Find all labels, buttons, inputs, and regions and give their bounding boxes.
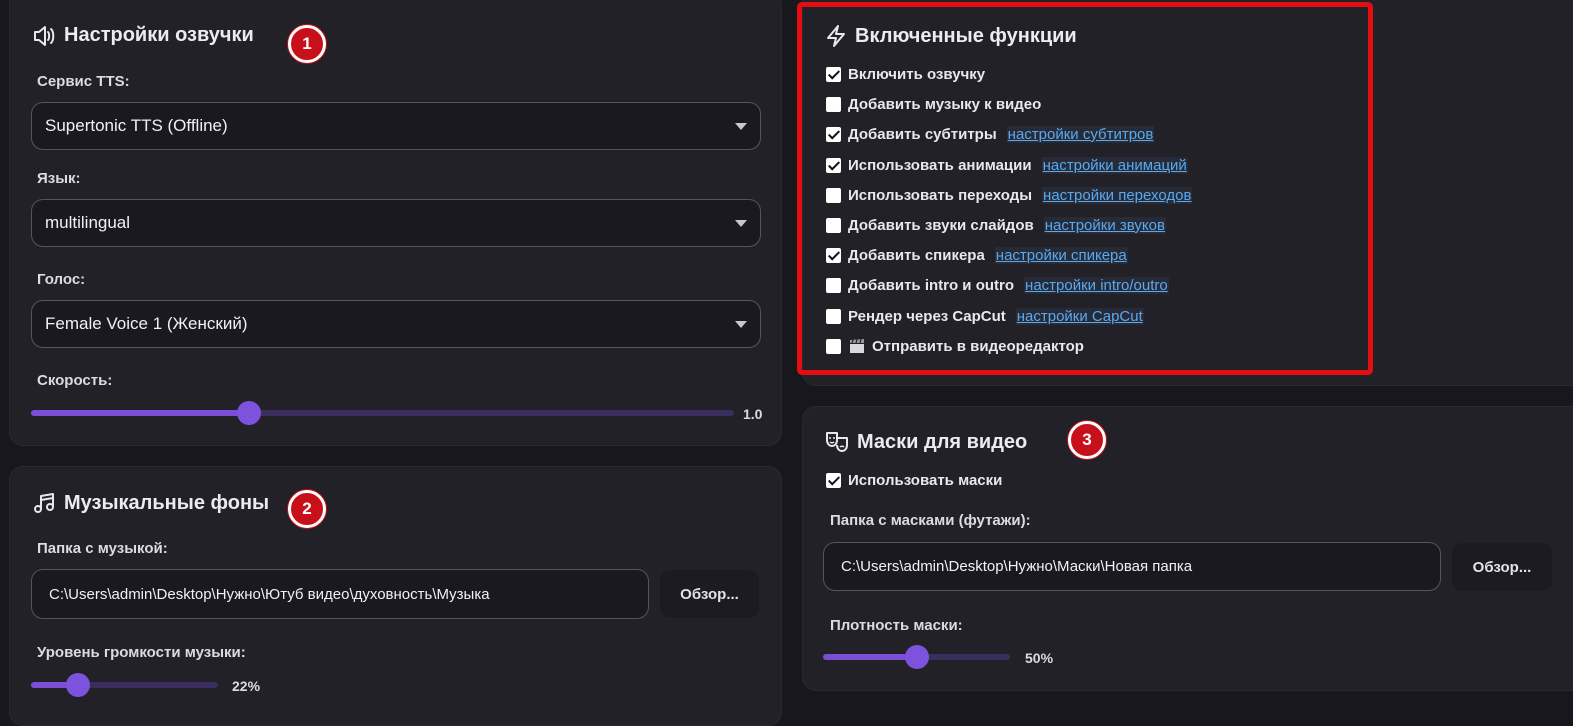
tts-service-select[interactable]: Supertonic TTS (Offline) [31, 102, 761, 150]
chevron-down-icon [735, 220, 747, 227]
masks-browse-button[interactable]: Обзор... [1452, 543, 1552, 591]
feature-row[interactable]: Использовать переходы настройки переходов [826, 185, 1193, 205]
feature-settings-link[interactable]: настройки спикера [994, 246, 1128, 264]
feature-checkbox[interactable] [826, 96, 841, 112]
feature-row[interactable]: Добавить спикера настройки спикера [826, 245, 1128, 265]
masks-folder-input[interactable]: C:\Users\admin\Desktop\Нужно\Маски\Новая… [823, 542, 1441, 591]
speed-label: Скорость: [37, 372, 113, 389]
feature-checkbox[interactable] [826, 277, 841, 293]
masks-folder-value: C:\Users\admin\Desktop\Нужно\Маски\Новая… [841, 558, 1193, 575]
feature-label: Добавить спикера [848, 246, 985, 264]
chevron-down-icon [735, 321, 747, 328]
annotation-badge-2: 2 [288, 490, 326, 528]
mask-density-label: Плотность маски: [830, 617, 963, 634]
voice-value: Female Voice 1 (Женский) [45, 314, 248, 333]
language-label: Язык: [37, 170, 81, 187]
masks-panel-title: Маски для видео [825, 430, 1027, 454]
tts-panel-title: Настройки озвучки [32, 24, 254, 47]
feature-row[interactable]: Добавить intro и outro настройки intro/ou… [826, 275, 1169, 295]
feature-row[interactable]: Отправить в видеоредактор [826, 336, 1084, 356]
music-folder-label: Папка с музыкой: [37, 540, 168, 557]
music-folder-value: C:\Users\admin\Desktop\Нужно\Ютуб видео\… [49, 585, 490, 603]
feature-checkbox[interactable] [826, 338, 841, 354]
feature-settings-link[interactable]: настройки анимаций [1041, 156, 1188, 174]
feature-settings-link[interactable]: настройки субтитров [1006, 125, 1155, 143]
slider-thumb[interactable] [904, 645, 929, 669]
feature-settings-link[interactable]: настройки CapCut [1015, 307, 1144, 325]
chevron-down-icon [735, 123, 747, 130]
music-title-text: Музыкальные фоны [64, 491, 270, 514]
clapperboard-icon [850, 338, 864, 353]
masks-title-text: Маски для видео [857, 430, 1028, 453]
annotation-badge-1: 1 [288, 25, 326, 63]
slider-thumb[interactable] [236, 401, 261, 425]
feature-row[interactable]: Включить озвучку [826, 64, 985, 84]
features-title-text: Включенные функции [855, 24, 1077, 47]
tts-service-value: Supertonic TTS (Offline) [45, 116, 228, 135]
feature-checkbox[interactable] [826, 66, 841, 82]
tts-title-text: Настройки озвучки [64, 24, 254, 46]
voice-label: Голос: [37, 271, 86, 288]
annotation-badge-3: 3 [1068, 421, 1106, 459]
voice-select[interactable]: Female Voice 1 (Женский) [31, 300, 761, 348]
feature-checkbox[interactable] [826, 157, 841, 173]
feature-row[interactable]: Добавить субтитры настройки субтитров [826, 124, 1155, 144]
feature-settings-link[interactable]: настройки переходов [1042, 186, 1193, 204]
slider-fill [823, 654, 917, 660]
music-volume-slider[interactable] [31, 673, 218, 697]
feature-row[interactable]: Использовать анимации настройки анимаций [826, 155, 1188, 175]
music-panel-title: Музыкальные фоны [32, 491, 269, 515]
feature-settings-link[interactable]: настройки intro/outro [1024, 276, 1169, 294]
use-masks-checkbox-row[interactable]: Использовать маски [826, 470, 1002, 490]
music-volume-value: 22% [232, 678, 261, 694]
feature-label: Рендер через CapCut [848, 307, 1006, 325]
theater-masks-icon [826, 432, 848, 452]
feature-label: Отправить в видеоредактор [872, 337, 1084, 355]
feature-label: Добавить звуки слайдов [848, 216, 1034, 234]
feature-label: Добавить intro и outro [848, 276, 1015, 294]
mask-density-value: 50% [1025, 650, 1054, 666]
music-volume-label: Уровень громкости музыки: [37, 644, 246, 661]
feature-row[interactable]: Рендер через CapCut настройки CapCut [826, 306, 1144, 326]
feature-checkbox[interactable] [826, 308, 841, 324]
use-masks-checkbox[interactable] [826, 472, 841, 488]
masks-folder-label: Папка с масками (футажи): [830, 512, 1031, 529]
slider-fill [31, 410, 249, 416]
use-masks-label: Использовать маски [848, 471, 1003, 489]
mask-density-slider[interactable] [823, 645, 1010, 669]
feature-checkbox[interactable] [826, 247, 841, 263]
language-select[interactable]: multilingual [31, 199, 761, 247]
features-panel-title: Включенные функции [825, 24, 1077, 48]
feature-checkbox[interactable] [826, 187, 841, 203]
tts-service-label: Сервис TTS: [37, 73, 130, 90]
feature-label: Добавить субтитры [848, 125, 997, 143]
feature-label: Использовать анимации [848, 156, 1032, 174]
speaker-icon [34, 25, 55, 46]
speed-value: 1.0 [743, 406, 763, 422]
music-folder-input[interactable]: C:\Users\admin\Desktop\Нужно\Ютуб видео\… [31, 569, 649, 619]
feature-checkbox[interactable] [826, 217, 841, 233]
slider-thumb[interactable] [65, 673, 90, 697]
speed-slider[interactable] [31, 401, 734, 425]
feature-settings-link[interactable]: настройки звуков [1043, 216, 1166, 234]
feature-label: Включить озвучку [848, 65, 986, 83]
language-value: multilingual [45, 213, 131, 232]
feature-label: Добавить музыку к видео [848, 95, 1042, 113]
music-notes-icon [34, 493, 54, 513]
music-browse-button[interactable]: Обзор... [660, 570, 759, 618]
feature-row[interactable]: Добавить музыку к видео [826, 94, 1041, 114]
feature-checkbox[interactable] [826, 126, 841, 142]
feature-label: Использовать переходы [848, 186, 1033, 204]
feature-row[interactable]: Добавить звуки слайдов настройки звуков [826, 215, 1166, 235]
lightning-icon [827, 25, 845, 47]
